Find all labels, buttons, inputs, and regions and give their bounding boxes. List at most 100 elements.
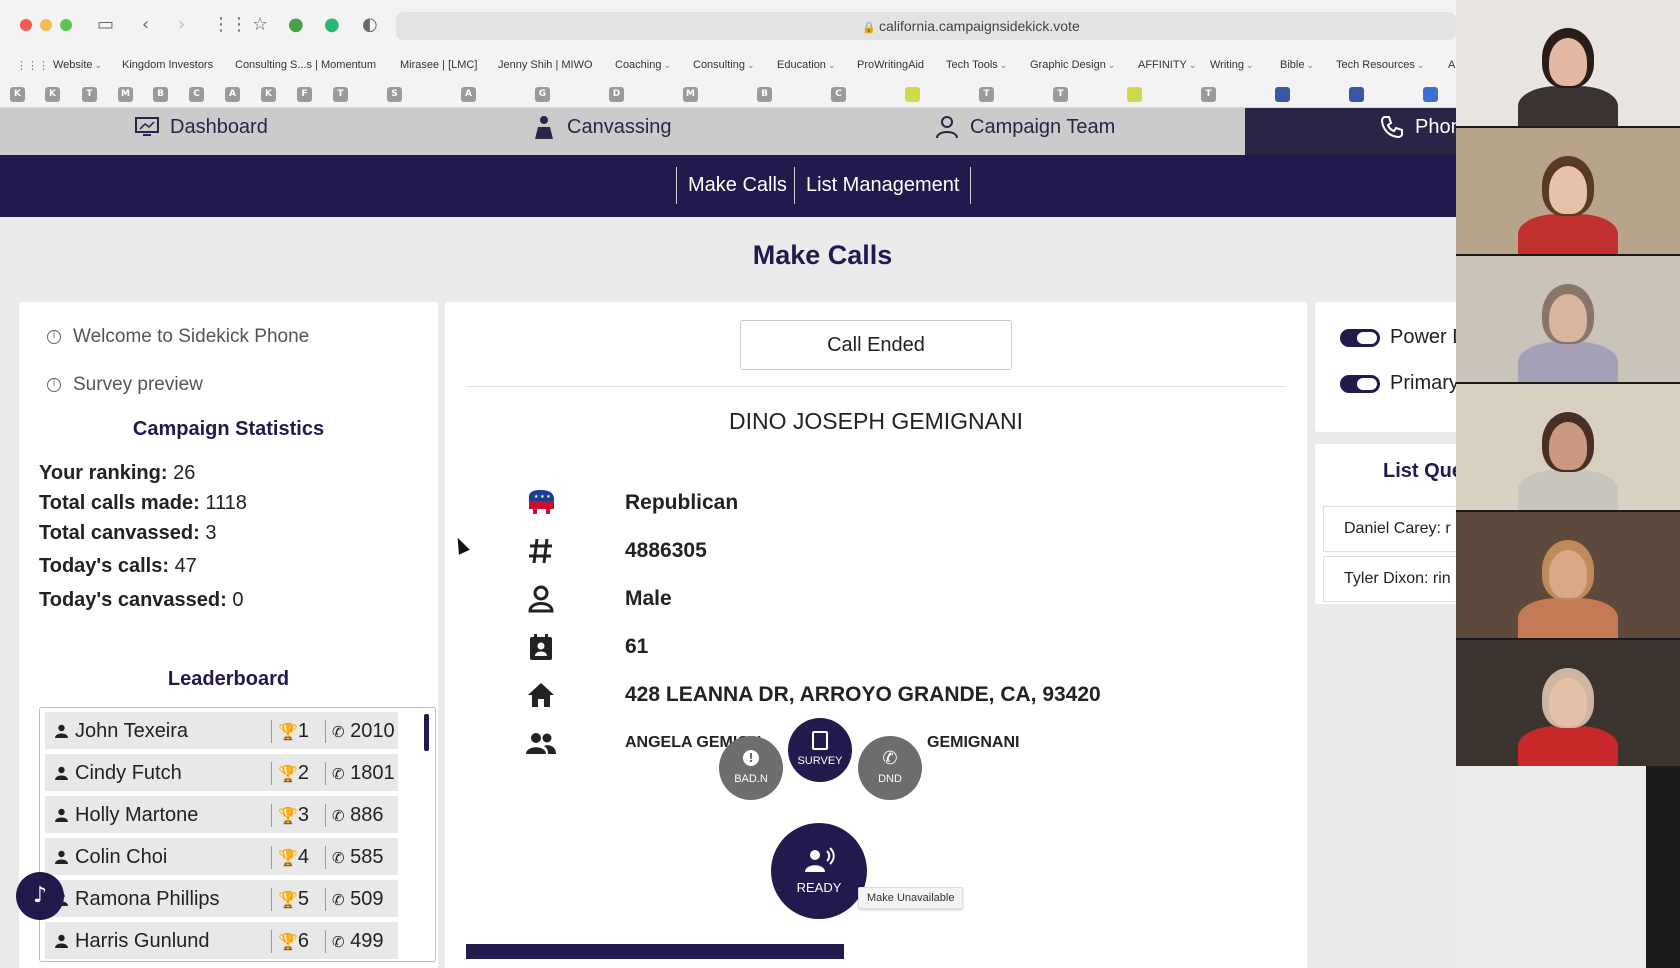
rank-value: 5 [297,888,310,910]
evernote-icon[interactable]: ● [288,14,304,35]
bookmark-item[interactable]: ProWritingAid [857,59,924,71]
trophy-icon: 🏆 [278,764,298,783]
minimize-window-button[interactable] [40,19,52,31]
ready-button[interactable]: READY [771,823,867,919]
primary-toggle-row[interactable]: Primary [1340,372,1456,395]
favicon-bookmark[interactable]: A [225,87,240,102]
bookmark-item[interactable]: Education ⌄ [777,59,835,71]
forward-arrow-icon[interactable]: › [178,14,185,35]
nav-campaign-team[interactable]: Campaign Team [934,114,1115,140]
age-value: 61 [625,635,649,658]
bookmark-item[interactable]: Coaching ⌄ [615,59,671,71]
bookmarks-apps-icon[interactable]: ⋮⋮⋮ [16,59,49,72]
nav-dashboard[interactable]: Dashboard [134,114,268,140]
favicon-bookmark[interactable]: T [979,87,994,102]
favicon-bookmark[interactable]: S [387,87,402,102]
call-card: Call Ended DINO JOSEPH GEMIGNANI ★ ★ ★ R… [445,302,1307,968]
favicon-bookmark[interactable] [1275,87,1290,102]
favicon-bookmark[interactable] [1349,87,1364,102]
power-dialer-toggle-row[interactable]: Power D [1340,326,1456,349]
favicon-bookmark[interactable]: D [609,87,624,102]
back-arrow-icon[interactable]: ‹ [142,14,149,35]
trophy-icon: 🏆 [278,932,298,951]
shield-icon[interactable]: ◐ [362,14,378,35]
primary-toggle[interactable] [1340,374,1380,393]
music-note-button[interactable]: ♪ [16,872,64,920]
call-status-button[interactable]: Call Ended [740,320,1012,370]
favicon-bookmark[interactable] [1423,87,1438,102]
queue-item[interactable]: Daniel Carey: r [1323,506,1456,552]
zoom-window-button[interactable] [60,19,72,31]
favicon-bookmark[interactable]: F [297,87,312,102]
favicon-bookmark[interactable] [1127,87,1142,102]
do-not-disturb-button[interactable]: ✆ DND [858,736,922,800]
trophy-icon: 🏆 [278,890,298,909]
bookmark-item[interactable]: A [1448,59,1455,71]
favicon-bookmark[interactable]: C [831,87,846,102]
favicon-bookmark[interactable]: M [683,87,698,102]
participant-video[interactable] [1456,384,1680,510]
bookmark-item[interactable]: Website ⌄ [53,59,102,71]
phone-icon: ✆ [332,807,345,825]
participant-video[interactable] [1456,0,1680,126]
participant-face [1549,294,1587,342]
favicon-bookmark[interactable]: T [333,87,348,102]
leaderboard-name: Cindy Futch [75,762,182,784]
favicon-bookmark[interactable]: K [45,87,60,102]
bookmark-label: Consulting [693,59,745,71]
apps-grid-icon[interactable]: ⋮⋮ [212,14,248,35]
sidebar-toggle-icon[interactable]: ▭ [97,14,114,35]
favicon-bookmark[interactable] [905,87,920,102]
queue-item[interactable]: Tyler Dixon: rin [1323,556,1456,602]
bookmark-item[interactable]: Consulting S...s | Momentum [235,59,376,71]
participant-video[interactable] [1456,512,1680,638]
survey-preview-link[interactable]: i Survey preview [47,374,203,396]
grammarly-icon[interactable]: ● [324,14,340,35]
bookmark-item[interactable]: Bible ⌄ [1280,59,1314,71]
address-bar[interactable]: 🔒 california.campaignsidekick.vote [396,12,1456,40]
phone-subnav: Make Calls List Management [0,155,1456,217]
bookmark-item[interactable]: Writing ⌄ [1210,59,1254,71]
welcome-label: Welcome to Sidekick Phone [73,326,310,347]
queue-status: rin [1432,570,1451,587]
bad-number-button[interactable]: ! BAD.N [719,736,783,800]
bookmark-item[interactable]: Jenny Shih | MIWO [498,59,593,71]
bookmark-label: A [1448,59,1456,71]
participant-video[interactable] [1456,256,1680,382]
nav-canvassing[interactable]: Canvassing [531,114,672,140]
subnav-make-calls[interactable]: Make Calls [676,167,798,204]
bookmark-item[interactable]: Mirasee | [LMC] [400,59,477,71]
favicon-bookmark[interactable]: G [535,87,550,102]
bookmark-item[interactable]: Consulting ⌄ [693,59,755,71]
power-dialer-toggle[interactable] [1340,328,1380,347]
favicon-bookmark[interactable]: K [10,87,25,102]
leaderboard-row: John Texeira 🏆1 ✆ 2010 [45,712,398,749]
bookmark-item[interactable]: Graphic Design ⌄ [1030,59,1115,71]
bookmark-item[interactable]: Tech Tools ⌄ [946,59,1007,71]
subnav-list-management[interactable]: List Management [794,167,972,204]
favicon-bookmarks-bar: KKTMBCAKFTSAGDMBCTTT [0,80,1456,108]
people-icon [526,733,556,754]
favicon-bookmark[interactable]: M [118,87,133,102]
close-window-button[interactable] [20,19,32,31]
bookmark-item[interactable]: Kingdom Investors [122,59,213,71]
welcome-link[interactable]: i Welcome to Sidekick Phone [47,326,309,348]
favicon-bookmark[interactable]: T [1053,87,1068,102]
star-icon[interactable]: ☆ [252,14,268,35]
favicon-bookmark[interactable]: B [757,87,772,102]
favicon-bookmark[interactable]: C [189,87,204,102]
participant-video[interactable] [1456,640,1680,766]
favicon-bookmark[interactable]: T [82,87,97,102]
nav-phone[interactable]: Phon [1245,108,1456,155]
bookmark-item[interactable]: AFFINITY ⌄ [1138,59,1196,71]
survey-button[interactable]: SURVEY [788,718,852,782]
favicon-bookmark[interactable]: B [153,87,168,102]
favicon-bookmark[interactable]: T [1201,87,1216,102]
bookmark-item[interactable]: Tech Resources ⌄ [1336,59,1424,71]
leaderboard-scrollbar[interactable] [424,714,429,751]
user-icon [55,808,68,822]
chevron-down-icon: ⌄ [1107,60,1116,70]
favicon-bookmark[interactable]: A [461,87,476,102]
participant-video[interactable] [1456,128,1680,254]
favicon-bookmark[interactable]: K [261,87,276,102]
